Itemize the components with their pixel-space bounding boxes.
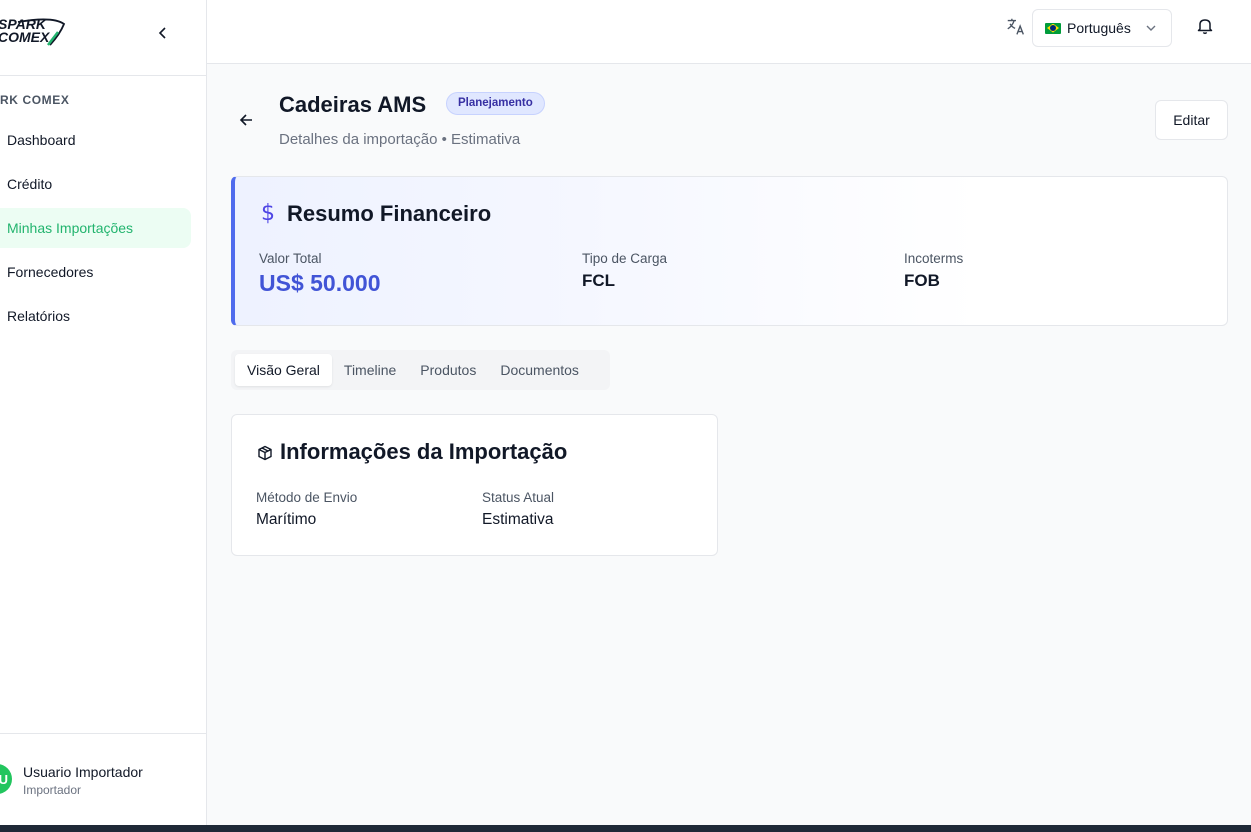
tab-documentos[interactable]: Documentos [488,354,591,386]
collapse-sidebar-button[interactable] [153,22,173,44]
financial-summary-title: Resumo Financeiro [287,201,492,226]
tab-timeline[interactable]: Timeline [332,354,408,386]
import-info-title: Informações da Importação [280,439,568,464]
shipping-method-field: Método de Envio Marítimo [256,490,357,529]
financial-summary-card: $ Resumo Financeiro Valor Total US$ 50.0… [231,176,1228,326]
sidebar: SPARK COMEX RK COMEX Dashboard Crédito M… [0,0,207,825]
dollar-icon: $ [261,201,275,226]
sidebar-item-label: Minhas Importações [7,220,134,236]
cargo-type-label: Tipo de Carga [582,251,668,266]
shipping-method-label: Método de Envio [256,490,358,505]
incoterms-label: Incoterms [904,251,964,266]
bottom-bar [0,825,1251,832]
tab-visao-geral[interactable]: Visão Geral [235,354,332,386]
total-value-field: Valor Total US$ 50.000 [259,251,380,297]
sidebar-item-fornecedores[interactable]: Fornecedores [0,252,191,292]
incoterms-field: Incoterms FOB [904,251,963,291]
edit-button[interactable]: Editar [1155,100,1228,140]
total-value: US$ 50.000 [259,270,381,296]
shipping-method-value: Marítimo [256,511,317,528]
sidebar-item-label: Relatórios [7,308,71,324]
sidebar-item-dashboard[interactable]: Dashboard [0,120,191,160]
arrow-left-icon [239,114,252,126]
sidebar-header: SPARK COMEX [0,0,206,76]
sidebar-section-label: RK COMEX [0,93,70,107]
incoterms-value: FOB [904,271,940,290]
page-subtitle: Detalhes da importação • Estimativa [279,131,521,148]
package-icon [258,445,272,461]
translate-icon [1007,18,1024,35]
main-content: Cadeiras AMS Planejamento Detalhes da im… [207,64,1251,825]
sidebar-nav: Dashboard Crédito Minhas Importações For… [0,120,207,340]
import-info-card: Informações da Importação Método de Envi… [231,414,718,556]
sidebar-item-label: Dashboard [7,132,76,148]
logo-swoosh-icon [17,18,66,46]
user-name: Usuario Importador [23,764,143,780]
sidebar-item-credito[interactable]: Crédito [0,164,191,204]
total-value-label: Valor Total [259,251,322,266]
brand-logo[interactable]: SPARK COMEX [0,17,66,46]
user-role: Importador [23,783,82,797]
brazil-flag-icon [1045,22,1061,34]
cargo-type-field: Tipo de Carga FCL [582,251,667,291]
top-header: Português [207,0,1251,64]
avatar: U [0,764,12,794]
current-status-field: Status Atual Estimativa [482,490,554,529]
cargo-type-value: FCL [582,271,616,290]
chevron-down-icon [1146,25,1156,31]
chevron-left-icon [158,27,166,39]
sidebar-item-label: Crédito [7,176,53,192]
user-profile[interactable]: U Usuario Importador Importador [0,733,207,825]
language-select[interactable]: Português [1032,9,1172,47]
tab-produtos[interactable]: Produtos [408,354,488,386]
status-badge: Planejamento [446,92,545,115]
sidebar-item-minhas-importacoes[interactable]: Minhas Importações [0,208,191,248]
current-status-value: Estimativa [482,511,554,528]
detail-tabs: Visão Geral Timeline Produtos Documentos [231,350,610,390]
sidebar-item-relatorios[interactable]: Relatórios [0,296,191,336]
notification-bell-icon[interactable] [1197,17,1213,35]
page-title: Cadeiras AMS [279,92,427,117]
back-button[interactable] [237,110,257,130]
current-status-label: Status Atual [482,490,555,505]
language-label: Português [1067,20,1131,36]
sidebar-item-label: Fornecedores [7,264,94,280]
